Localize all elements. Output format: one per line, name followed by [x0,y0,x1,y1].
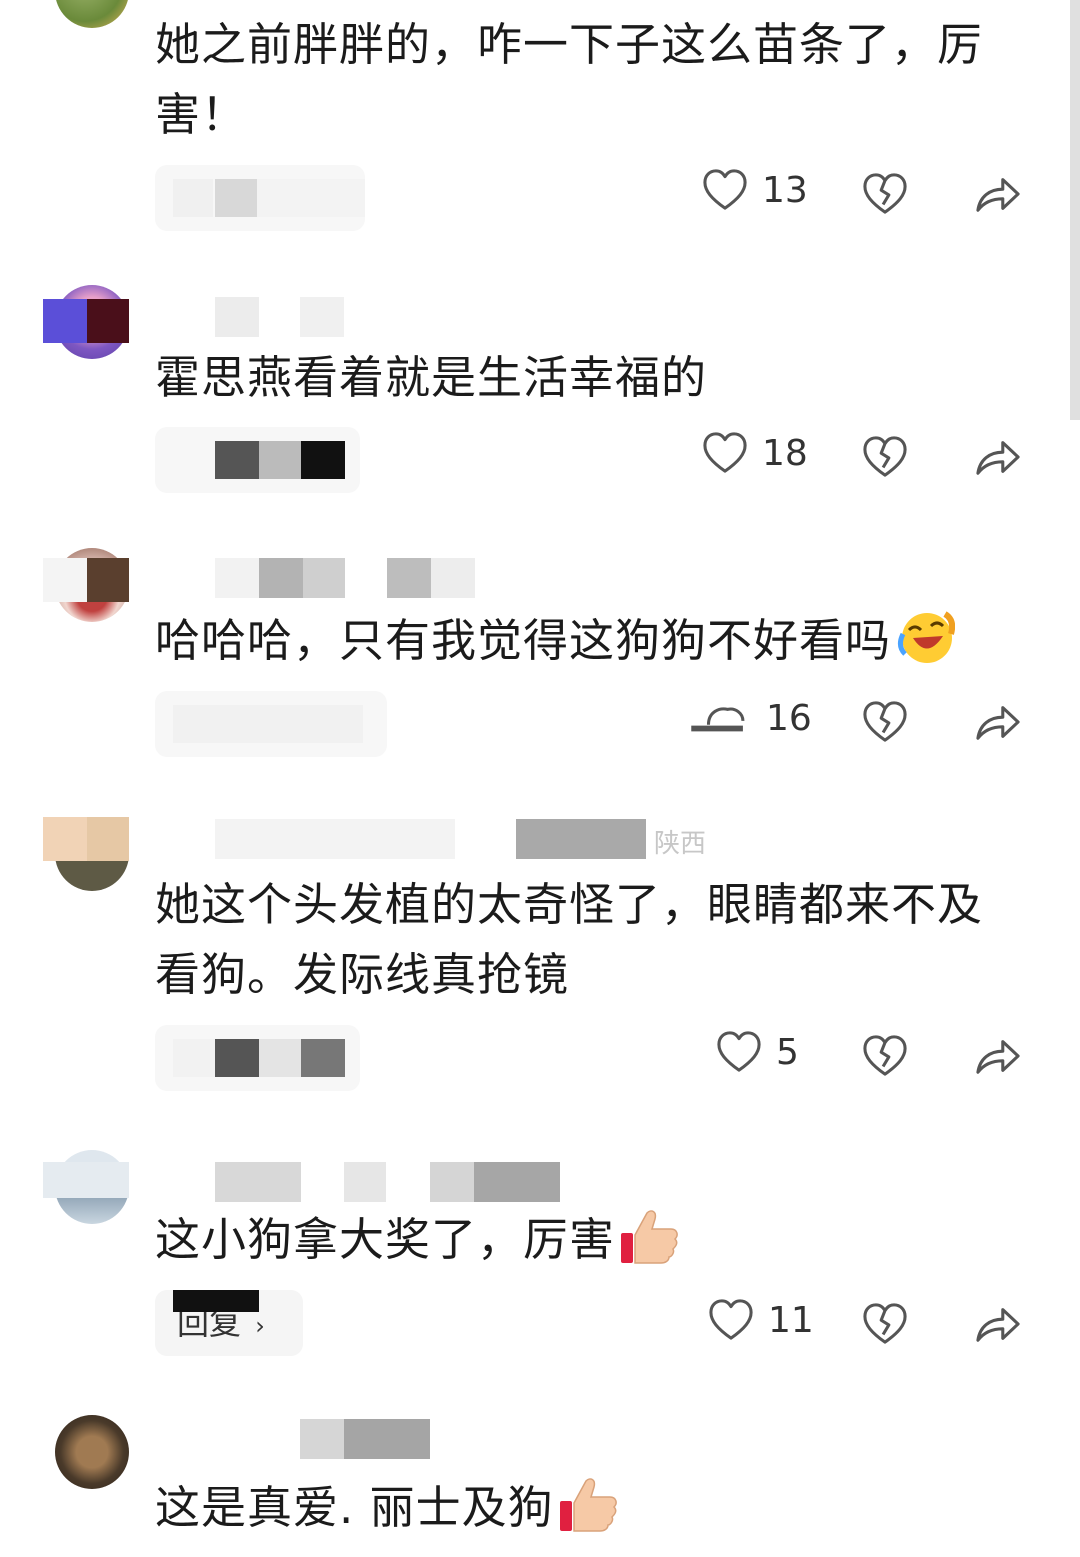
comment-text: 她之前胖胖的，咋一下子这么苗条了，厉害！ [155,18,984,141]
comment-text-content: 这是真爱. 丽士及狗 [155,1481,554,1534]
like-count: 11 [768,1299,814,1341]
avatar[interactable] [55,1415,129,1489]
broken-heart-icon[interactable] [862,435,908,479]
share-arrow-icon[interactable] [974,435,1022,479]
heart-outline-icon [691,707,745,732]
comment-text-content: 这小狗拿大奖了，厉害 [155,1213,616,1266]
heart-outline-icon [717,1031,761,1072]
comment-text: 这是真爱. 丽士及狗 [155,1473,1025,1543]
reply-button[interactable] [155,1025,360,1091]
avatar-mask [87,299,129,343]
broken-heart-icon[interactable] [862,700,908,744]
thumbs-up-emoji [559,1478,617,1532]
avatar-mask [43,558,87,602]
chevron-right-icon: › [255,1312,265,1340]
comment-text: 霍思燕看着就是生活幸福的 [155,351,708,404]
comment-text-content: 哈哈哈，只有我觉得这狗狗不好看吗 [155,614,892,667]
username-meta: 陕西 [160,819,760,859]
location: 陕西 [654,829,707,859]
reply-button[interactable] [155,165,365,231]
like-button[interactable]: 5 [716,1030,799,1074]
heart-outline-icon [709,1299,753,1340]
reply-button[interactable]: 回复 › [155,1290,303,1356]
username-meta [160,297,580,337]
like-count: 13 [762,169,808,211]
avatar-mask [43,299,87,343]
avatar[interactable] [55,0,129,28]
heart-outline-icon [703,432,747,473]
like-button[interactable]: 13 [702,168,808,212]
laughing-tears-emoji [897,611,956,663]
comment-text: 她这个头发植的太奇怪了，眼睛都来不及看狗。发际线真抢镜 [155,878,984,1001]
reply-button[interactable] [155,427,360,493]
share-arrow-icon[interactable] [974,700,1022,744]
avatar-mask [87,558,129,602]
username-meta [160,1419,580,1459]
like-count: 18 [762,432,808,474]
avatar-mask [43,1162,129,1198]
like-count: 5 [776,1031,799,1073]
reply-button[interactable] [155,691,387,757]
comment-text: 这小狗拿大奖了，厉害 [155,1205,1025,1275]
broken-heart-icon[interactable] [862,1034,908,1078]
heart-outline-icon [703,169,747,210]
comment-text: 哈哈哈，只有我觉得这狗狗不好看吗 [155,606,1025,676]
share-arrow-icon[interactable] [974,1302,1022,1346]
share-arrow-icon[interactable] [974,172,1022,216]
like-button[interactable]: 11 [708,1298,814,1342]
username-meta [160,558,580,598]
like-button[interactable]: 16 [690,696,812,740]
scrollbar[interactable] [1070,0,1080,420]
broken-heart-icon[interactable] [862,1302,908,1346]
username-meta [160,1162,580,1202]
share-arrow-icon[interactable] [974,1034,1022,1078]
like-count: 16 [766,697,812,739]
like-button[interactable]: 18 [702,431,808,475]
avatar-mask [43,817,87,861]
thumbs-up-emoji [621,1210,678,1264]
avatar-mask [87,817,129,861]
broken-heart-icon[interactable] [862,172,908,216]
